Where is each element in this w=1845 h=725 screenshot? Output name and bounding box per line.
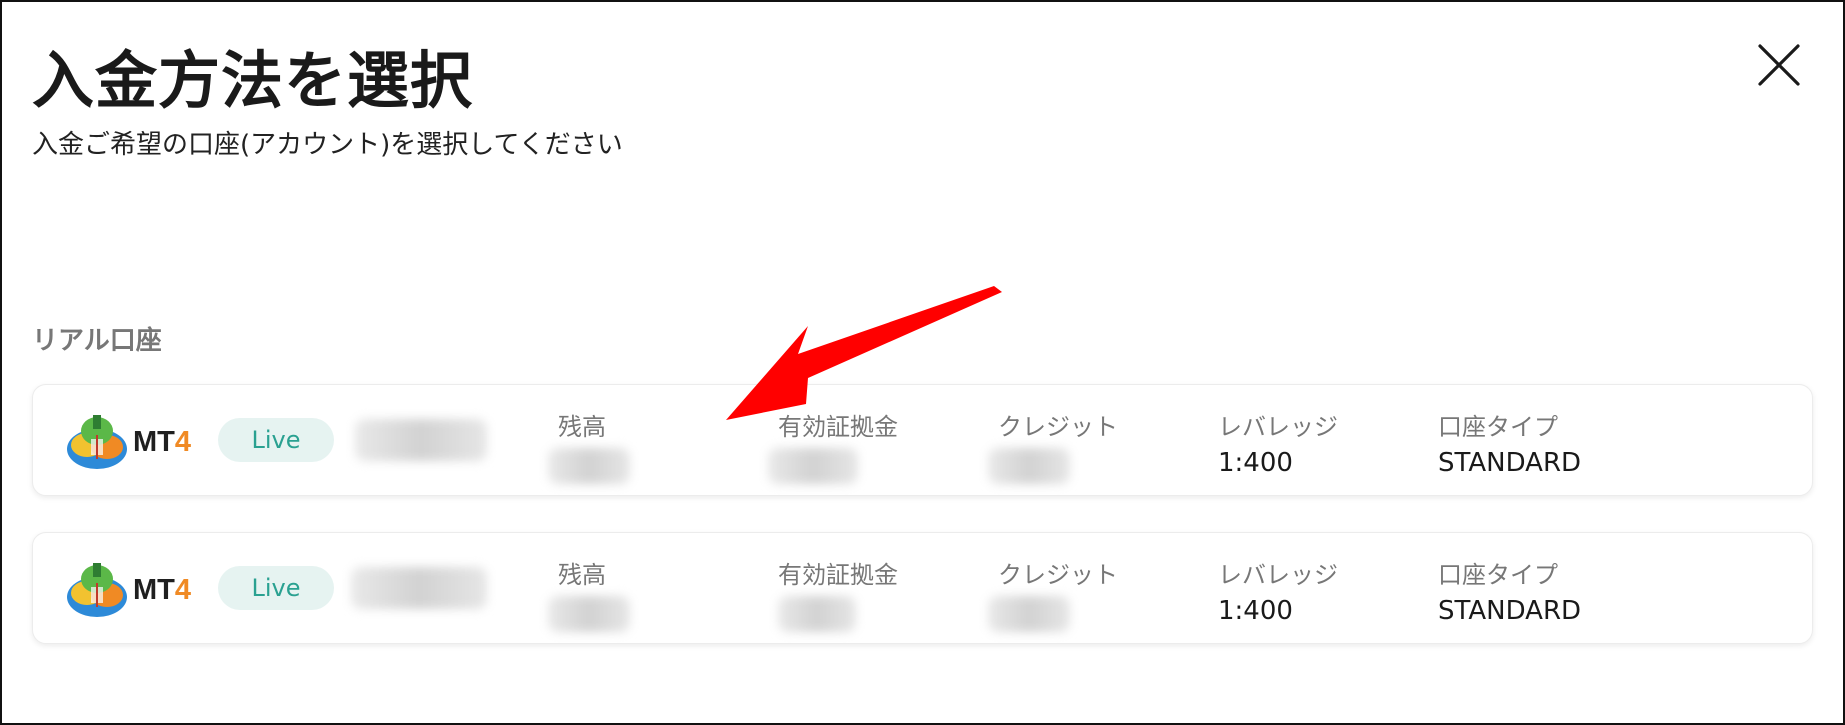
status-badge: Live — [218, 566, 334, 610]
mt4-logo: MT4 — [63, 409, 203, 475]
balance-column: 残高 — [548, 407, 640, 484]
page-title: 入金方法を選択 — [32, 44, 474, 117]
mt4-logo: MT4 — [63, 557, 203, 623]
credit-column: クレジット — [988, 407, 1118, 484]
account-type-label: 口座タイプ — [1438, 561, 1558, 589]
metatrader-logo-icon — [67, 415, 127, 469]
metatrader-logo-icon — [67, 563, 127, 617]
section-label-real-accounts: リアル口座 — [32, 326, 162, 356]
balance-column: 残高 — [548, 555, 640, 632]
leverage-column: レバレッジ 1:400 — [1218, 555, 1338, 626]
account-type-value: STANDARD — [1438, 448, 1582, 478]
close-icon — [1758, 44, 1800, 86]
balance-label: 残高 — [558, 413, 606, 441]
account-card[interactable]: MT4 Live 残高 有効証拠金 クレジット レバレッジ 1:400 口座タイ… — [32, 532, 1813, 644]
equity-column: 有効証拠金 — [778, 555, 898, 632]
balance-value-redacted — [548, 596, 630, 632]
account-number-redacted — [355, 419, 487, 461]
leverage-label: レバレッジ — [1218, 413, 1338, 441]
leverage-column: レバレッジ 1:400 — [1218, 407, 1338, 478]
account-card[interactable]: MT4 Live 残高 有効証拠金 クレジット レバレッジ 1:400 口座タイ… — [32, 384, 1813, 496]
account-number-redacted — [351, 567, 487, 609]
equity-value-redacted — [778, 596, 856, 632]
platform-name: MT4 — [133, 574, 192, 606]
close-button[interactable] — [1754, 40, 1804, 90]
status-badge: Live — [218, 418, 334, 462]
leverage-value: 1:400 — [1218, 596, 1293, 626]
account-type-column: 口座タイプ STANDARD — [1438, 407, 1581, 478]
credit-value-redacted — [988, 448, 1070, 484]
credit-label: クレジット — [998, 413, 1118, 441]
equity-label: 有効証拠金 — [778, 413, 898, 441]
equity-column: 有効証拠金 — [768, 407, 898, 484]
account-type-label: 口座タイプ — [1438, 413, 1558, 441]
balance-value-redacted — [548, 448, 630, 484]
leverage-label: レバレッジ — [1218, 561, 1338, 589]
leverage-value: 1:400 — [1218, 448, 1293, 478]
credit-column: クレジット — [988, 555, 1118, 632]
platform-name: MT4 — [133, 426, 192, 458]
balance-label: 残高 — [558, 561, 606, 589]
page-subtitle: 入金ご希望の口座(アカウント)を選択してください — [32, 130, 623, 160]
credit-label: クレジット — [998, 561, 1118, 589]
deposit-method-dialog: 入金方法を選択 入金ご希望の口座(アカウント)を選択してください リアル口座 M… — [0, 0, 1845, 725]
equity-label: 有効証拠金 — [778, 561, 898, 589]
equity-value-redacted — [768, 448, 858, 484]
account-type-value: STANDARD — [1438, 596, 1582, 626]
credit-value-redacted — [988, 596, 1070, 632]
account-type-column: 口座タイプ STANDARD — [1438, 555, 1581, 626]
